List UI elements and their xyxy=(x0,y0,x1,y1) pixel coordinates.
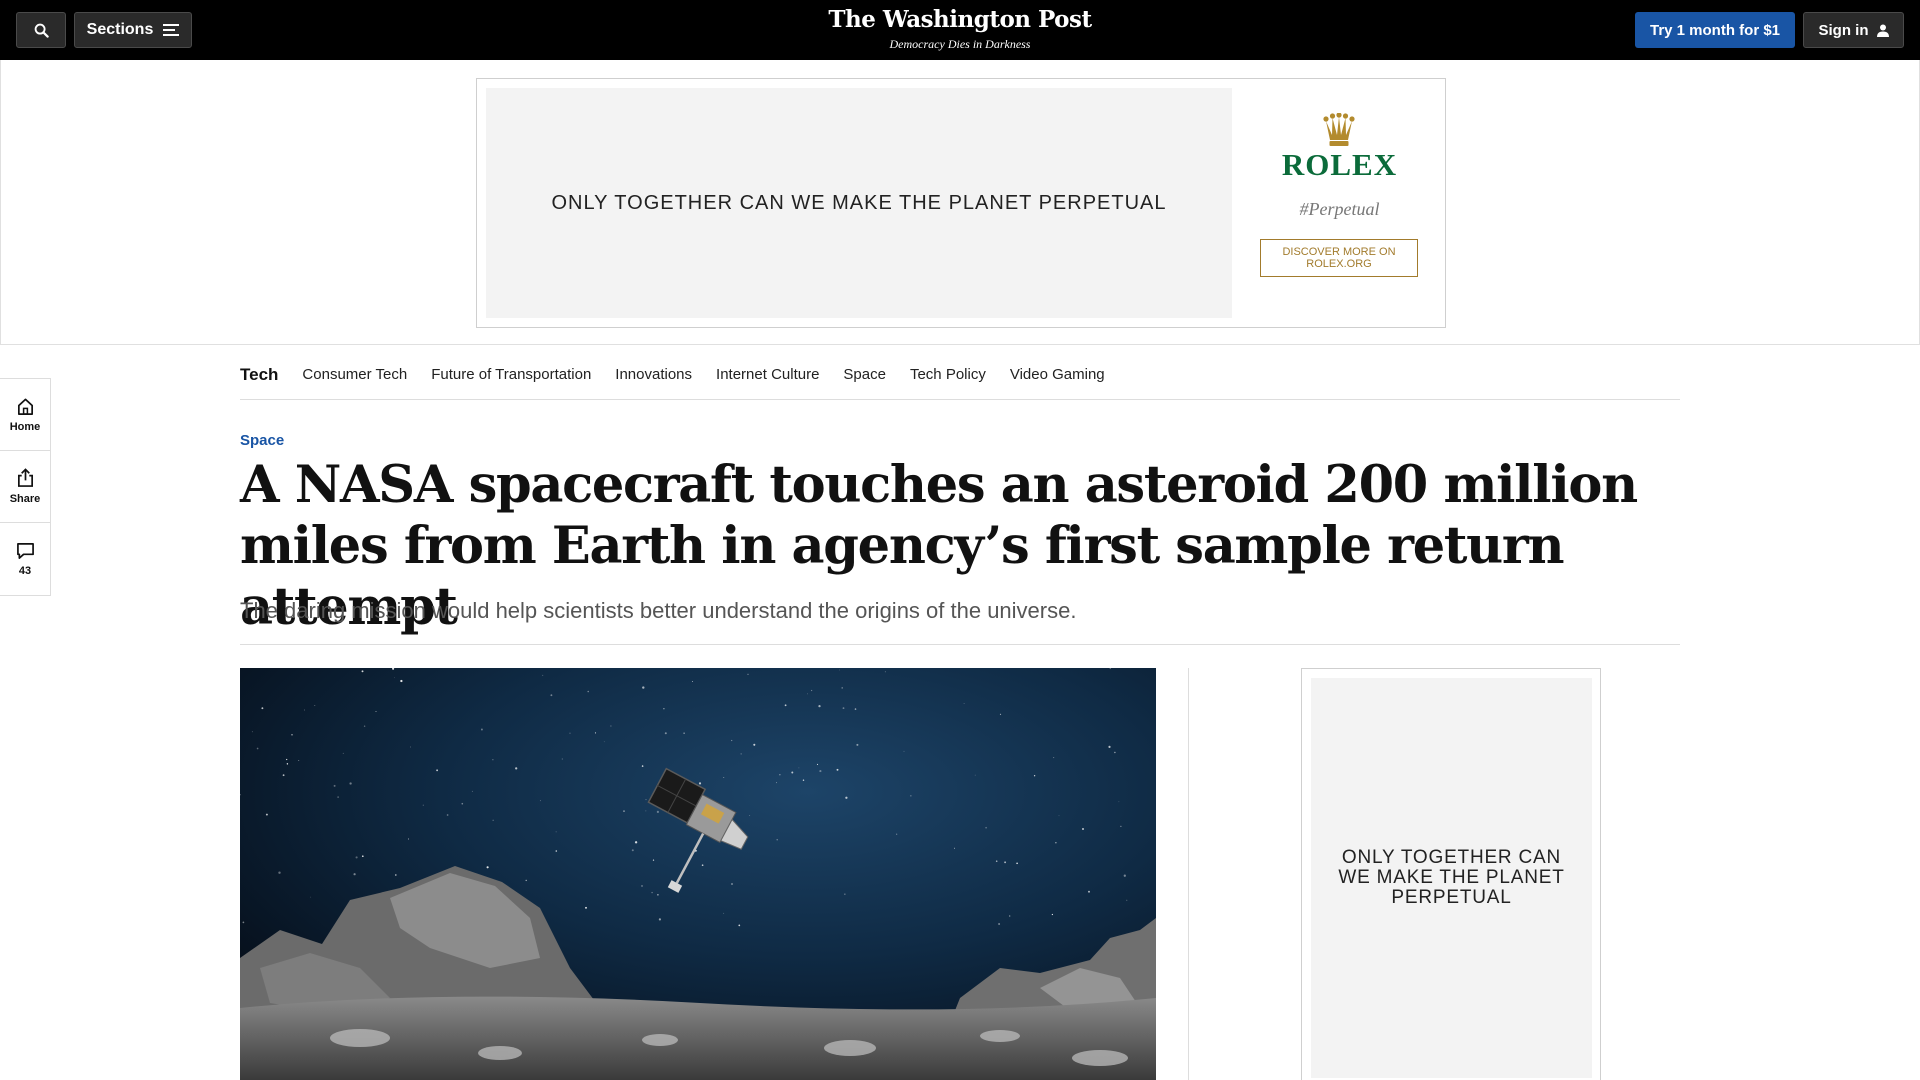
sign-in-button[interactable]: Sign in xyxy=(1803,12,1904,48)
rail-comments-count: 43 xyxy=(18,564,32,577)
subscribe-button[interactable]: Try 1 month for $1 xyxy=(1635,12,1795,48)
article-kicker[interactable]: Space xyxy=(240,432,284,449)
rail-comments-button[interactable]: 43 xyxy=(0,523,50,595)
section-nav-innovations[interactable]: Innovations xyxy=(615,366,692,383)
hamburger-icon xyxy=(163,24,180,36)
section-nav: Tech Consumer Tech Future of Transportat… xyxy=(240,350,1680,400)
section-nav-future-of-transportation[interactable]: Future of Transportation xyxy=(431,366,591,383)
comment-icon xyxy=(16,542,34,559)
share-icon xyxy=(17,468,33,487)
section-nav-tech-policy[interactable]: Tech Policy xyxy=(910,366,986,383)
section-nav-space[interactable]: Space xyxy=(843,366,886,383)
search-button[interactable] xyxy=(16,12,66,48)
side-ad-message[interactable]: ONLY TOGETHER CAN WE MAKE THE PLANET PER… xyxy=(1311,678,1592,1078)
home-icon xyxy=(17,398,33,415)
section-nav-consumer-tech[interactable]: Consumer Tech xyxy=(302,366,407,383)
rail-home-label: Home xyxy=(9,420,41,433)
top-ad-message[interactable]: ONLY TOGETHER CAN WE MAKE THE PLANET PER… xyxy=(486,88,1232,318)
hero-image[interactable] xyxy=(240,668,1156,1080)
left-rail: Home Share 43 xyxy=(0,378,51,596)
section-nav-video-gaming[interactable]: Video Gaming xyxy=(1010,366,1105,383)
rolex-wordmark: ROLEX xyxy=(1281,147,1398,182)
rail-share-label: Share xyxy=(9,493,41,505)
sections-button[interactable]: Sections xyxy=(74,12,192,48)
rolex-panel[interactable]: ROLEX #Perpetual DISCOVER MORE ON ROLEX.… xyxy=(1232,79,1447,329)
rail-share-button[interactable]: Share xyxy=(0,451,50,523)
site-tagline: Democracy Dies in Darkness xyxy=(889,37,1031,51)
search-icon xyxy=(34,23,49,38)
article-dek: The daring mission would help scientists… xyxy=(240,598,1077,623)
side-ad[interactable]: ONLY TOGETHER CAN WE MAKE THE PLANET PER… xyxy=(1301,668,1601,1080)
top-ad[interactable]: ONLY TOGETHER CAN WE MAKE THE PLANET PER… xyxy=(476,78,1446,328)
site-logo: The Washington Post xyxy=(828,6,1092,33)
top-bar: Sections The Washington Post Democracy D… xyxy=(0,0,1920,60)
spacecraft-illustration xyxy=(240,668,1156,1080)
rail-home-button[interactable]: Home xyxy=(0,379,50,451)
section-nav-internet-culture[interactable]: Internet Culture xyxy=(716,366,819,383)
rolex-hashtag: #Perpetual xyxy=(1299,199,1380,219)
masthead[interactable]: The Washington Post Democracy Dies in Da… xyxy=(760,6,1160,52)
column-divider xyxy=(1188,668,1189,1080)
sections-label: Sections xyxy=(86,21,154,38)
header-divider xyxy=(240,644,1680,645)
sign-in-label: Sign in xyxy=(1818,21,1869,39)
top-ad-band: ONLY TOGETHER CAN WE MAKE THE PLANET PER… xyxy=(0,60,1920,345)
user-icon xyxy=(1876,24,1889,37)
rolex-discover-button[interactable]: DISCOVER MORE ON ROLEX.ORG xyxy=(1260,239,1418,277)
crown-icon xyxy=(1323,113,1355,146)
section-nav-title[interactable]: Tech xyxy=(240,365,278,385)
